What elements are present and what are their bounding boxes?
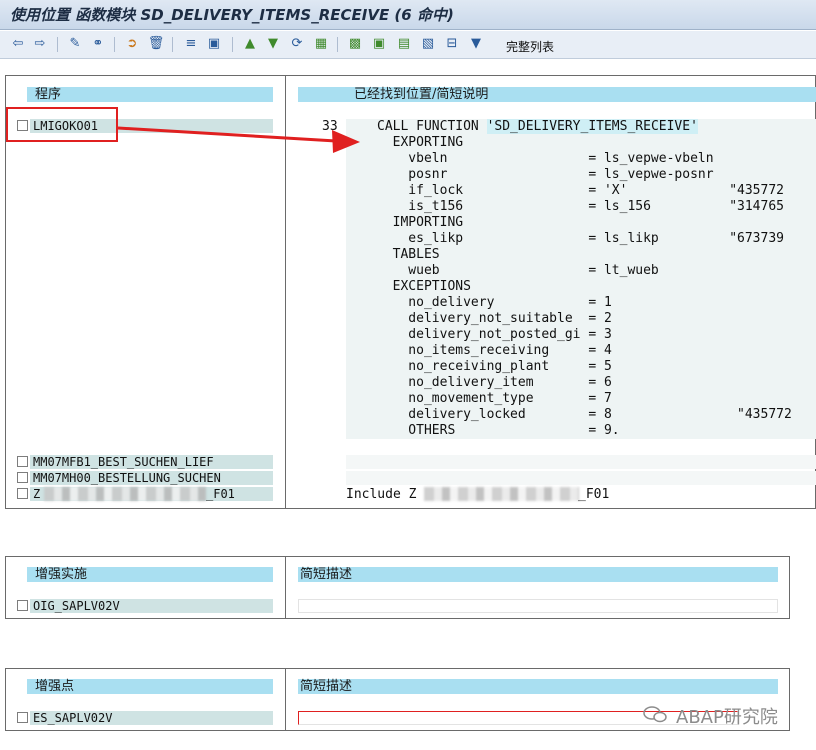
column-divider [285,668,286,731]
enhancement-point-description [298,711,738,725]
forward-icon[interactable]: ⇨ [32,36,48,52]
detail-icon[interactable]: ▧ [420,36,436,52]
code-line: posnr = ls_vepwe-posnr [377,167,714,182]
application-toolbar: ⇦ ⇨ ✎ ⚭ ➲ 🗑 ≡ ▣ ▲ ▼ ⟳ ▦ ▩ ▣ ▤ ▧ ⊟ ▼ 完整列表 [0,31,816,59]
code-line: IMPORTING [377,215,464,230]
row-checkbox[interactable] [17,712,28,723]
redacted-blur [424,487,579,501]
code-line: delivery_not_suitable = 2 [377,311,612,326]
enhancement-impl-description [298,599,778,613]
column-header-enhancement-impl: 增强实施 [27,567,273,582]
filter-down-icon[interactable]: ▼ [265,36,281,52]
code-line: no_delivery_item = 6 [377,375,612,390]
window-icon[interactable]: ▣ [206,36,222,52]
filter-up-icon[interactable]: ▲ [242,36,258,52]
toolbar-separator [232,37,233,52]
sort-icon[interactable]: ≡ [183,36,199,52]
include-suffix: _F01 [578,487,610,502]
column-header-program: 程序 [27,87,273,102]
full-list-button[interactable]: 完整列表 [506,38,554,55]
column-header-enhancement-point: 增强点 [27,679,273,694]
code-line: wueb = lt_wueb [377,263,659,278]
toolbar-separator [57,37,58,52]
include-prefix[interactable]: Include Z [346,487,416,503]
code-line: OTHERS = 9. [377,423,620,438]
enhancement-point-name[interactable]: ES_SAPLV02V [33,711,112,725]
code-line: TABLES [377,247,440,262]
toolbar-separator [337,37,338,52]
row-checkbox[interactable] [17,472,28,483]
glasses-icon[interactable]: ⚭ [90,36,106,52]
program-name-prefix[interactable]: Z [33,487,40,501]
code-line: EXCEPTIONS [377,279,471,294]
code-line: no_receiving_plant = 5 [377,359,612,374]
back-icon[interactable]: ⇦ [10,36,26,52]
code-line: is_t156 = ls_156 "314765 [377,199,784,214]
program-name-suffix: _F01 [206,487,235,501]
title-bar: 使用位置 函数模块 SD_DELIVERY_ITEMS_RECEIVE (6 命… [0,0,816,30]
code-keyword: CALL FUNCTION [377,119,487,134]
column-header-found-location: 已经找到位置/简短说明 [298,87,816,102]
toolbar-separator [114,37,115,52]
program-name[interactable]: MM07MFB1_BEST_SUCHEN_LIEF [33,455,214,469]
empty-row [346,455,816,469]
edit-icon[interactable]: ✎ [67,36,83,52]
wechat-icon [643,706,667,723]
program-name[interactable]: MM07MH00_BESTELLUNG_SUCHEN [33,471,221,485]
transfer-icon[interactable]: ➲ [124,36,140,52]
code-line: no_delivery = 1 [377,295,612,310]
column-header-short-description: 简短描述 [298,679,778,694]
row-checkbox[interactable] [17,456,28,467]
select-all-icon[interactable]: ▣ [371,36,387,52]
watermark-text: ABAP研究院 [676,707,778,728]
code-line: EXPORTING [377,135,464,150]
refresh-icon[interactable]: ⟳ [289,36,305,52]
remove-icon[interactable]: ⊟ [444,36,460,52]
column-header-short-description: 简短描述 [298,567,778,582]
code-line: no_items_receiving = 4 [377,343,612,358]
code-line: delivery_not_posted_gi = 3 [377,327,612,342]
annotation-arrow-icon [118,126,360,153]
empty-row [346,471,816,485]
grid-icon[interactable]: ▩ [347,36,363,52]
code-line: delivery_locked = 8 "435772 [377,407,792,422]
code-line: CALL FUNCTION 'SD_DELIVERY_ITEMS_RECEIVE… [377,119,792,135]
row-checkbox[interactable] [17,600,28,611]
code-line: if_lock = 'X' "435772 [377,183,784,198]
toolbar-separator [172,37,173,52]
export-icon[interactable]: ▦ [313,36,329,52]
window-title: 使用位置 函数模块 SD_DELIVERY_ITEMS_RECEIVE (6 命… [10,6,454,24]
code-line: no_movement_type = 7 [377,391,612,406]
annotation-highlight-box [6,107,118,142]
row-checkbox[interactable] [17,488,28,499]
code-line: es_likp = ls_likp "673739 [377,231,784,246]
code-line: vbeln = ls_vepwe-vbeln [377,151,714,166]
filter-icon[interactable]: ▼ [468,36,484,52]
enhancement-impl-name[interactable]: OIG_SAPLV02V [33,599,120,613]
column-divider [285,556,286,619]
layout-icon[interactable]: ▤ [396,36,412,52]
redacted-blur [44,487,206,501]
delete-icon[interactable]: 🗑 [148,36,165,52]
code-snippet[interactable]: CALL FUNCTION 'SD_DELIVERY_ITEMS_RECEIVE… [377,119,792,439]
highlighted-function-name: 'SD_DELIVERY_ITEMS_RECEIVE' [486,119,698,134]
